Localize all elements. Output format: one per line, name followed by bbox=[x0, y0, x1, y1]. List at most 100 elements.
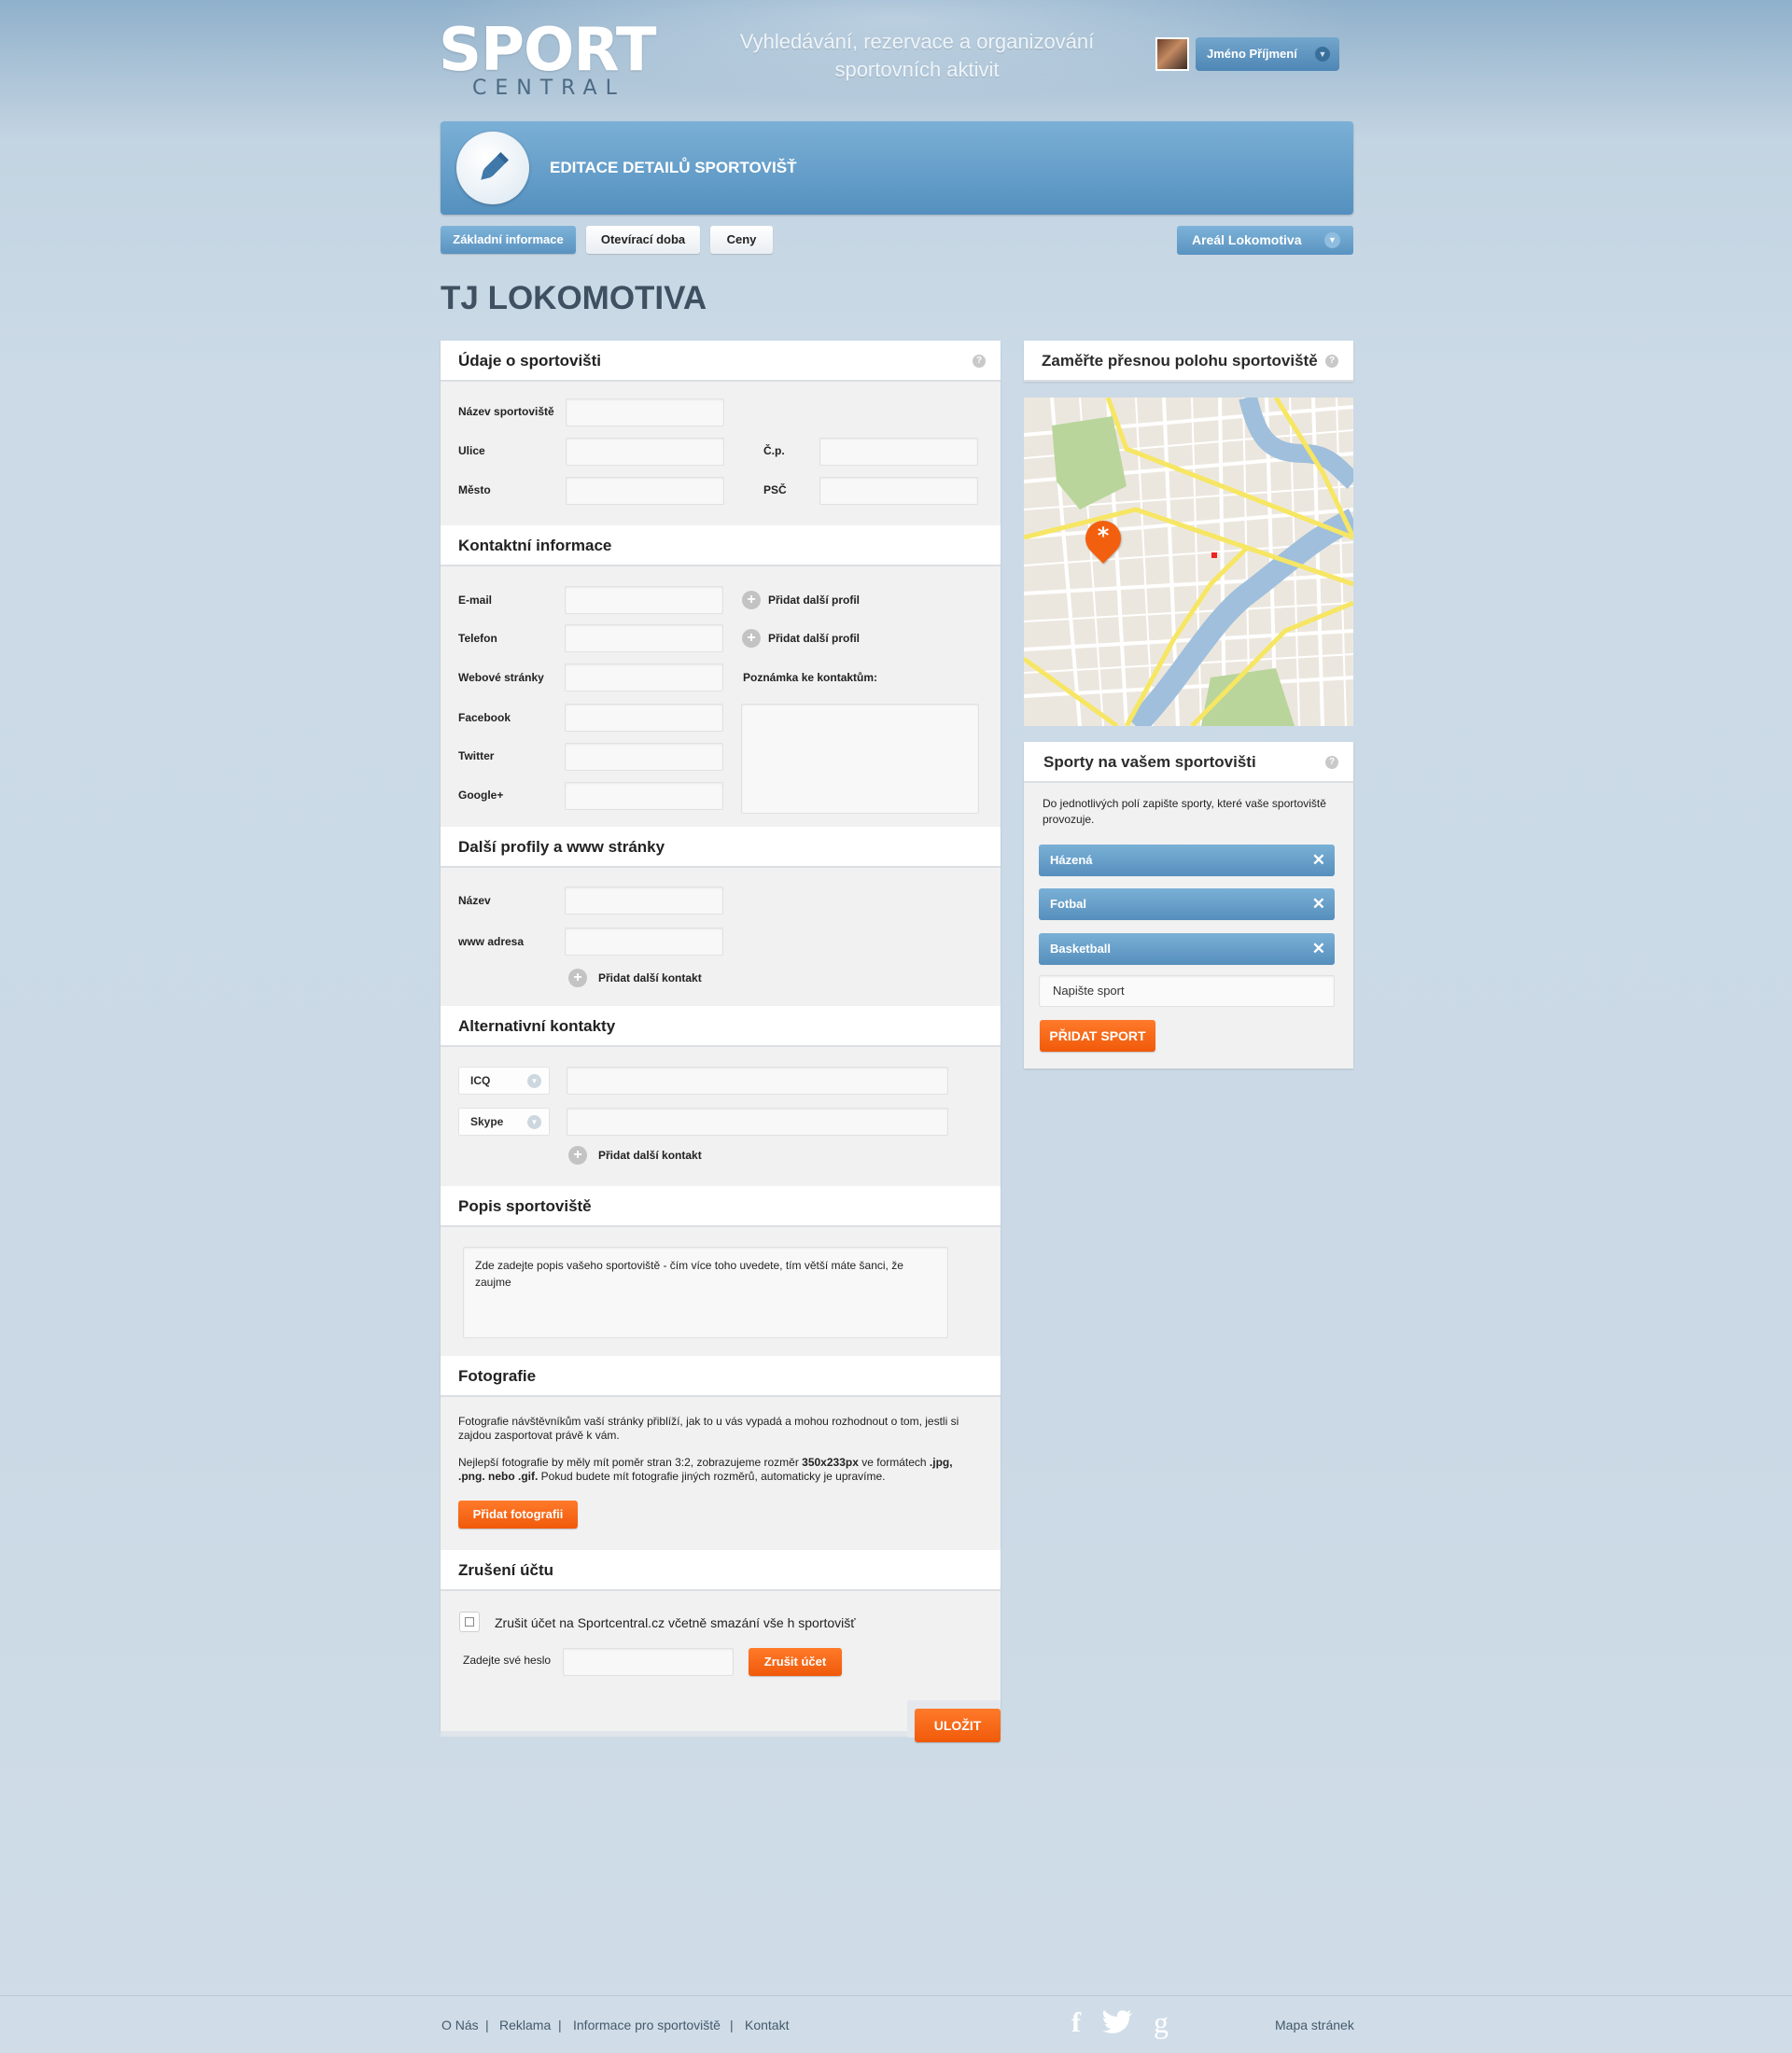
contact-type-select[interactable]: Skype ▼ bbox=[458, 1108, 550, 1136]
add-profile-link[interactable]: Přidat další profil bbox=[768, 591, 860, 609]
ulice-input[interactable] bbox=[566, 438, 724, 466]
section-title: Údaje o sportovišti bbox=[458, 352, 602, 370]
plus-icon[interactable]: + bbox=[742, 591, 761, 609]
add-contact-link[interactable]: Přidat další kontakt bbox=[598, 1146, 702, 1165]
sport-tag-label: Fotbal bbox=[1050, 897, 1086, 911]
google-input[interactable] bbox=[565, 782, 723, 810]
label-www: www adresa bbox=[458, 935, 525, 948]
password-input[interactable] bbox=[563, 1648, 734, 1676]
save-button[interactable]: ULOŽIT bbox=[915, 1709, 1001, 1742]
poznamka-textarea[interactable] bbox=[741, 704, 979, 814]
tab-ceny[interactable]: Ceny bbox=[710, 226, 773, 254]
close-icon[interactable]: ✕ bbox=[1312, 888, 1325, 920]
sport-tag[interactable]: Házená ✕ bbox=[1039, 845, 1335, 876]
plus-icon[interactable]: + bbox=[568, 969, 587, 987]
user-name: Jméno Příjmení bbox=[1207, 47, 1297, 61]
popis-placeholder: Zde zadejte popis vašeho sportoviště - č… bbox=[475, 1259, 903, 1289]
chevron-down-icon: ▼ bbox=[1315, 47, 1330, 62]
footer-link-reklama[interactable]: Reklama bbox=[499, 2016, 551, 2034]
sport-input-placeholder: Napište sport bbox=[1053, 984, 1125, 998]
footer-divider bbox=[0, 1995, 1792, 1996]
section-title: Kontaktní informace bbox=[458, 537, 612, 554]
foto-text-2: Nejlepší fotografie by měly mít poměr st… bbox=[458, 1456, 953, 1483]
cancel-account-button[interactable]: Zrušit účet bbox=[749, 1648, 842, 1676]
footer-link-sitemap[interactable]: Mapa stránek bbox=[1275, 2016, 1354, 2034]
facebook-input[interactable] bbox=[565, 704, 723, 732]
label-web: Webové stránky bbox=[458, 671, 544, 684]
footer-link-o-nas[interactable]: O Nás bbox=[441, 2016, 479, 2034]
section-title: Fotografie bbox=[458, 1367, 537, 1385]
avatar[interactable] bbox=[1155, 37, 1189, 71]
label-ulice: Ulice bbox=[458, 444, 485, 457]
telefon-input[interactable] bbox=[565, 624, 723, 652]
add-contact-link[interactable]: Přidat další kontakt bbox=[598, 969, 702, 987]
logo[interactable]: SPORT CENTRAL bbox=[439, 21, 656, 101]
foto-text-1: Fotografie návštěvníkům vaší stránky při… bbox=[458, 1415, 959, 1442]
help-icon[interactable]: ? bbox=[1325, 756, 1338, 769]
add-sport-button[interactable]: PŘIDAT SPORT bbox=[1040, 1020, 1155, 1052]
profil-nazev-input[interactable] bbox=[565, 887, 723, 915]
chevron-down-icon: ▼ bbox=[1324, 232, 1340, 248]
sports-description: Do jednotlivých polí zapište sporty, kte… bbox=[1043, 797, 1326, 826]
icq-input[interactable] bbox=[567, 1067, 948, 1095]
skype-input[interactable] bbox=[567, 1108, 948, 1136]
twitter-icon[interactable] bbox=[1101, 2009, 1133, 2037]
close-icon[interactable]: ✕ bbox=[1312, 933, 1325, 965]
cancel-account-label: Zrušit účet na Sportcentral.cz včetně sm… bbox=[495, 1615, 856, 1630]
sport-tag[interactable]: Fotbal ✕ bbox=[1039, 888, 1335, 920]
label-mesto: Město bbox=[458, 483, 491, 496]
email-input[interactable] bbox=[565, 586, 723, 614]
psc-input[interactable] bbox=[819, 477, 978, 505]
mesto-input[interactable] bbox=[566, 477, 724, 505]
add-profile-link[interactable]: Přidat další profil bbox=[768, 629, 860, 648]
close-icon[interactable]: ✕ bbox=[1312, 845, 1325, 876]
popis-textarea[interactable]: Zde zadejte popis vašeho sportoviště - č… bbox=[463, 1247, 948, 1338]
section-header-foto: Fotografie bbox=[441, 1356, 1001, 1397]
plus-icon[interactable]: + bbox=[742, 629, 761, 648]
location-map[interactable]: * bbox=[1024, 398, 1353, 726]
contact-type-select[interactable]: ICQ ▼ bbox=[458, 1067, 550, 1095]
www-adresa-input[interactable] bbox=[565, 928, 723, 956]
venue-selector[interactable]: Areál Lokomotiva ▼ bbox=[1177, 226, 1353, 255]
footer-link-informace[interactable]: Informace pro sportoviště bbox=[573, 2016, 721, 2034]
section-title: Další profily a www stránky bbox=[458, 838, 665, 856]
sport-input[interactable]: Napište sport bbox=[1039, 975, 1335, 1007]
google-plus-icon[interactable]: g bbox=[1150, 2006, 1172, 2038]
footer-separator: | bbox=[730, 2018, 734, 2032]
banner-title: EDITACE DETAILŮ SPORTOVIŠŤ bbox=[550, 159, 797, 176]
help-icon[interactable]: ? bbox=[1325, 355, 1338, 368]
tab-oteviraci-doba[interactable]: Otevírací doba bbox=[586, 226, 700, 254]
section-header-kontakt: Kontaktní informace bbox=[441, 525, 1001, 566]
footer-link-kontakt[interactable]: Kontakt bbox=[745, 2016, 789, 2034]
nazev-sportoviste-input[interactable] bbox=[566, 398, 724, 426]
plus-icon[interactable]: + bbox=[568, 1146, 587, 1165]
help-icon[interactable]: ? bbox=[973, 355, 986, 368]
cancel-account-checkbox[interactable] bbox=[459, 1612, 480, 1632]
section-header-udaje: Údaje o sportovišti ? bbox=[441, 341, 1001, 382]
page-title: TJ LOKOMOTIVA bbox=[441, 280, 707, 316]
section-title: Popis sportoviště bbox=[458, 1197, 592, 1215]
chevron-down-icon: ▼ bbox=[527, 1074, 541, 1088]
sport-tag-label: Házená bbox=[1050, 853, 1093, 867]
label-email: E-mail bbox=[458, 594, 493, 607]
page-banner: EDITACE DETAILŮ SPORTOVIŠŤ bbox=[441, 121, 1353, 215]
twitter-input[interactable] bbox=[565, 743, 723, 771]
select-value: Skype bbox=[470, 1115, 504, 1128]
section-title: Alternativní kontakty bbox=[458, 1017, 616, 1035]
facebook-icon[interactable]: f bbox=[1067, 2008, 1085, 2038]
label-telefon: Telefon bbox=[458, 632, 497, 645]
section-header-popis: Popis sportoviště bbox=[441, 1186, 1001, 1227]
form-footer-strip bbox=[441, 1731, 907, 1737]
tab-zakladni-informace[interactable]: Základní informace bbox=[441, 226, 576, 254]
web-input[interactable] bbox=[565, 663, 723, 691]
pencil-icon bbox=[456, 132, 529, 204]
map-title: Zaměřte přesnou polohu sportoviště bbox=[1042, 352, 1318, 370]
user-menu-button[interactable]: Jméno Příjmení ▼ bbox=[1196, 37, 1339, 71]
cp-input[interactable] bbox=[819, 438, 978, 466]
add-photo-button[interactable]: Přidat fotografii bbox=[458, 1501, 578, 1529]
sport-tag[interactable]: Basketball ✕ bbox=[1039, 933, 1335, 965]
section-header-zruseni: Zrušení účtu bbox=[441, 1550, 1001, 1591]
sports-panel: Sporty na vašem sportovišti ? Do jednotl… bbox=[1024, 742, 1353, 1068]
sports-title: Sporty na vašem sportovišti bbox=[1043, 753, 1256, 771]
footer-separator: | bbox=[558, 2018, 562, 2032]
